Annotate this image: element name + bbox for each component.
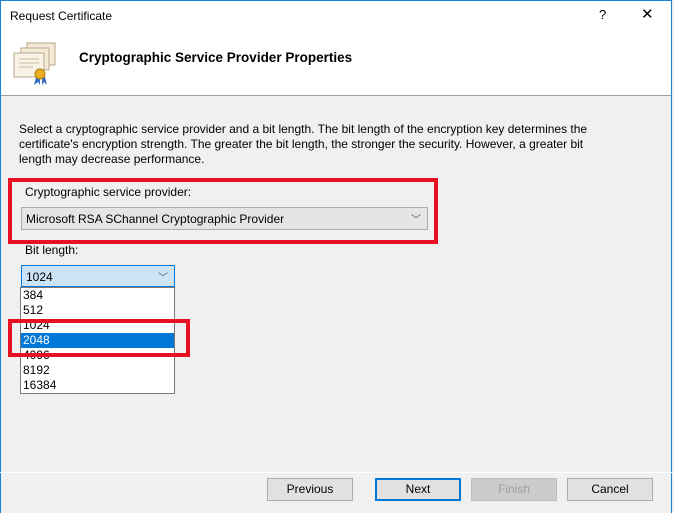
option-2048[interactable]: 2048 bbox=[21, 333, 174, 348]
bit-length-value: 1024 bbox=[26, 270, 53, 284]
cancel-button[interactable]: Cancel bbox=[567, 478, 653, 501]
certificates-icon bbox=[13, 42, 56, 85]
title-bar: Request Certificate ? ✕ bbox=[1, 1, 671, 31]
description-text: Select a cryptographic service provider … bbox=[19, 122, 588, 166]
provider-value: Microsoft RSA SChannel Cryptographic Pro… bbox=[26, 212, 285, 226]
wizard-header: Cryptographic Service Provider Propertie… bbox=[1, 31, 671, 96]
next-button[interactable]: Next bbox=[375, 478, 461, 501]
option-4096[interactable]: 4096 bbox=[21, 348, 174, 363]
option-8192[interactable]: 8192 bbox=[21, 363, 174, 378]
bit-length-label: Bit length: bbox=[25, 243, 79, 257]
provider-label: Cryptographic service provider: bbox=[25, 185, 192, 199]
previous-button[interactable]: Previous bbox=[267, 478, 353, 501]
footer-divider bbox=[0, 472, 674, 473]
option-512[interactable]: 512 bbox=[21, 303, 174, 318]
provider-select[interactable]: Microsoft RSA SChannel Cryptographic Pro… bbox=[21, 207, 428, 230]
bit-length-select[interactable]: 1024 ﹀ bbox=[21, 265, 175, 287]
finish-button: Finish bbox=[471, 478, 557, 501]
option-384[interactable]: 384 bbox=[21, 288, 174, 303]
close-button[interactable]: ✕ bbox=[641, 5, 654, 23]
option-16384[interactable]: 16384 bbox=[21, 378, 174, 393]
page-title: Cryptographic Service Provider Propertie… bbox=[79, 50, 353, 65]
chevron-down-icon: ﹀ bbox=[158, 273, 168, 284]
request-certificate-dialog: Request Certificate ? ✕ Cryptographic Se… bbox=[0, 0, 672, 513]
window-title: Request Certificate bbox=[10, 9, 113, 23]
chevron-down-icon: ﹀ bbox=[411, 215, 421, 226]
bit-length-dropdown-list[interactable]: 384 512 1024 2048 4096 8192 16384 bbox=[20, 287, 175, 394]
option-1024[interactable]: 1024 bbox=[21, 318, 174, 333]
help-button[interactable]: ? bbox=[599, 7, 606, 22]
